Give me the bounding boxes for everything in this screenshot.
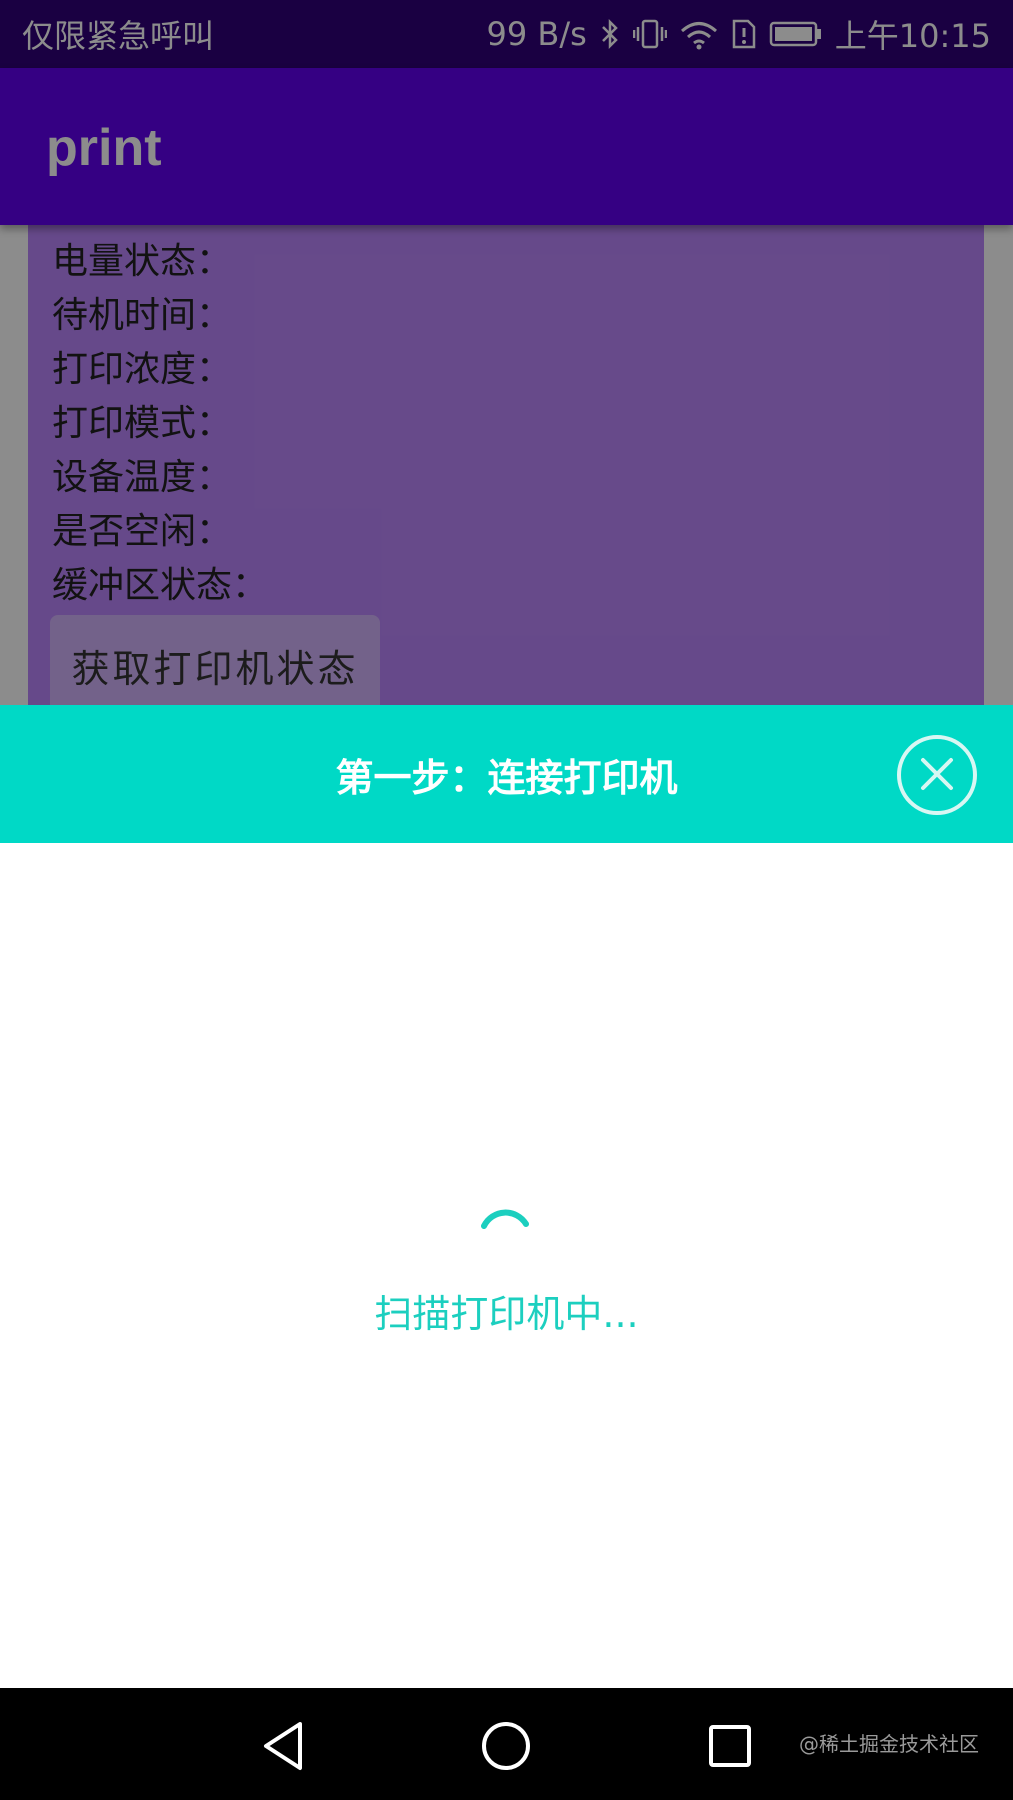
loading-spinner-icon bbox=[474, 1198, 538, 1262]
connect-printer-sheet-body: 扫描打印机中... bbox=[0, 843, 1013, 1688]
close-circle-icon bbox=[918, 755, 956, 796]
home-button[interactable] bbox=[476, 1716, 536, 1776]
back-icon bbox=[252, 1722, 312, 1780]
sheet-title: 第一步：连接打印机 bbox=[335, 755, 678, 800]
recents-button[interactable] bbox=[700, 1716, 760, 1776]
connect-printer-sheet-header: 第一步：连接打印机 bbox=[0, 705, 1013, 843]
watermark-text: @稀土掘金技术社区 bbox=[799, 1732, 979, 1756]
modal-scrim[interactable] bbox=[0, 0, 1013, 705]
close-button[interactable] bbox=[897, 735, 977, 815]
recents-icon bbox=[700, 1725, 760, 1780]
home-icon bbox=[476, 1722, 536, 1780]
back-button[interactable] bbox=[252, 1716, 312, 1776]
navigation-bar: @稀土掘金技术社区 bbox=[0, 1688, 1013, 1800]
scanning-status-text: 扫描打印机中... bbox=[374, 1292, 639, 1336]
